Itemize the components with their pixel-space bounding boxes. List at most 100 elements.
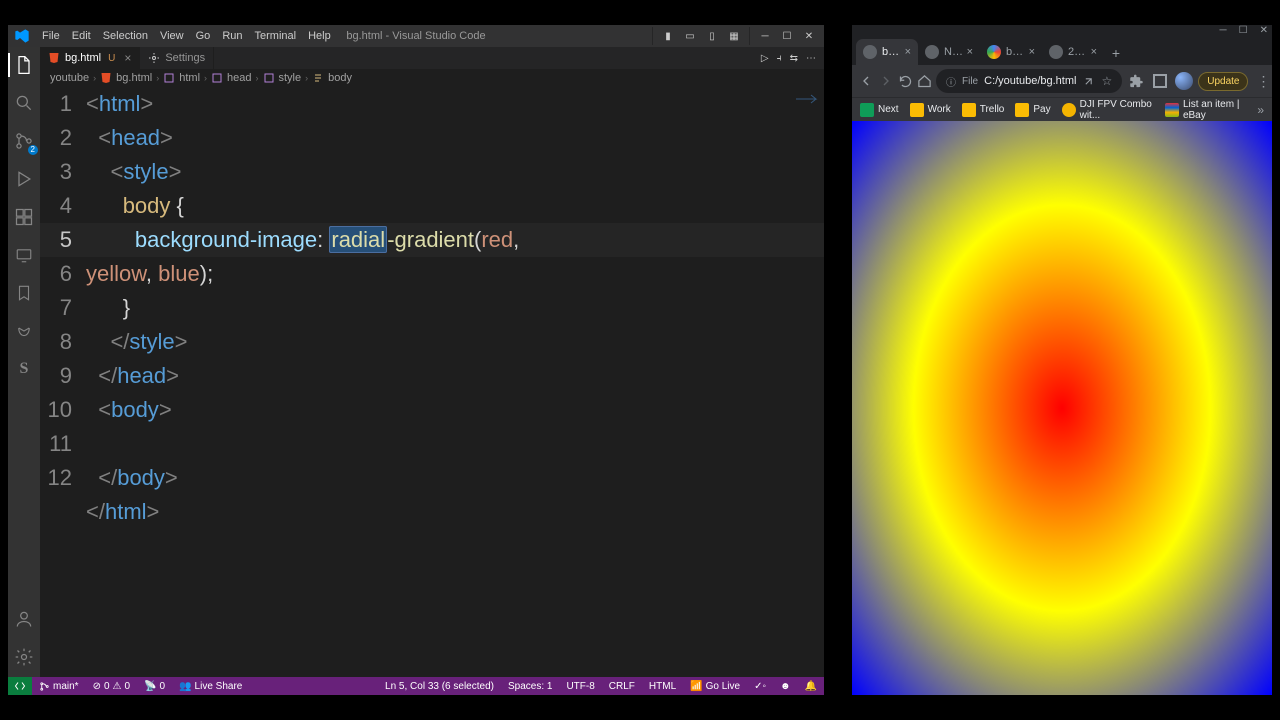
customize-layout-icon[interactable]: ▦ [723, 27, 745, 45]
code-content[interactable]: <html> <head> <style> body { background-… [86, 87, 824, 677]
back-button[interactable] [858, 69, 874, 93]
breadcrumb[interactable]: youtube › bg.html › html › head › style … [40, 69, 824, 87]
close-tab-icon[interactable]: × [967, 46, 973, 58]
tab-bg-html[interactable]: bg.html U × [40, 47, 140, 69]
breadcrumb-item[interactable]: youtube [50, 72, 89, 84]
menu-terminal[interactable]: Terminal [249, 30, 303, 42]
diff-icon[interactable]: ⇆ [790, 53, 798, 64]
menu-run[interactable]: Run [216, 30, 248, 42]
eol[interactable]: CRLF [602, 681, 642, 692]
bookmark-item[interactable]: Work [910, 103, 951, 117]
language-mode[interactable]: HTML [642, 681, 683, 692]
bell-icon[interactable]: 🔔 [798, 681, 824, 692]
toggle-panel-bottom-icon[interactable]: ▭ [679, 27, 701, 45]
menu-file[interactable]: File [36, 30, 66, 42]
prettier-icon[interactable]: ✓◦ [747, 681, 773, 692]
search-icon[interactable] [12, 91, 36, 115]
problems[interactable]: ⊘0 ⚠0 [86, 681, 137, 692]
browser-tab[interactable]: bg.h × [856, 39, 918, 65]
menu-view[interactable]: View [154, 30, 190, 42]
encoding[interactable]: UTF-8 [559, 681, 601, 692]
close-tab-icon[interactable]: × [1029, 46, 1035, 58]
chevron-right-icon: › [204, 73, 207, 83]
breadcrumb-item[interactable]: bg.html [116, 72, 152, 84]
remote-indicator[interactable] [8, 677, 32, 695]
settings-gear-icon[interactable] [12, 645, 36, 669]
live-share[interactable]: 👥Live Share [172, 681, 249, 692]
chrome-menu-icon[interactable]: ⋮ [1252, 73, 1274, 90]
menu-help[interactable]: Help [302, 30, 337, 42]
s-icon[interactable]: S [12, 357, 36, 381]
tab-settings[interactable]: Settings [140, 47, 214, 69]
bookmark-item[interactable]: Pay [1015, 103, 1050, 117]
maximize-button[interactable]: ☐ [1239, 25, 1248, 36]
breadcrumb-item[interactable]: body [328, 72, 352, 84]
cursor-position[interactable]: Ln 5, Col 33 (6 selected) [378, 681, 501, 692]
account-icon[interactable] [12, 607, 36, 631]
chevron-right-icon: › [256, 73, 259, 83]
run-icon[interactable]: ▷ [761, 53, 769, 64]
bookmark-icon[interactable] [12, 281, 36, 305]
menu-go[interactable]: Go [190, 30, 217, 42]
extensions-puzzle-icon[interactable] [1126, 71, 1146, 91]
profile-avatar[interactable] [1174, 71, 1194, 91]
close-button[interactable]: ✕ [1260, 25, 1268, 36]
settings-file-icon [148, 52, 160, 64]
more-icon[interactable]: ⋯ [806, 53, 816, 64]
browser-tab[interactable]: New × [918, 39, 980, 65]
address-bar[interactable]: ⓘ File C:/youtube/bg.html ☆ [936, 69, 1122, 93]
chevron-right-icon: › [156, 73, 159, 83]
minimize-button[interactable]: ─ [1220, 25, 1227, 36]
bookmark-item[interactable]: DJI FPV Combo wit... [1062, 99, 1154, 121]
breadcrumb-item[interactable]: style [279, 72, 302, 84]
toggle-panel-right-icon[interactable]: ▯ [701, 27, 723, 45]
forward-button[interactable] [878, 69, 894, 93]
split-icon[interactable]: ⫞ [777, 53, 782, 64]
window-title: bg.html - Visual Studio Code [346, 30, 485, 42]
toggle-panel-left-icon[interactable]: ▮ [657, 27, 679, 45]
new-tab-button[interactable]: + [1104, 41, 1128, 65]
layout-controls: ▮ ▭ ▯ ▦ [652, 27, 749, 45]
menu-selection[interactable]: Selection [97, 30, 154, 42]
indentation[interactable]: Spaces: 1 [501, 681, 559, 692]
close-tab-icon[interactable]: × [124, 51, 131, 65]
reload-button[interactable] [898, 69, 913, 93]
maximize-button[interactable]: ☐ [776, 27, 798, 45]
code-editor[interactable]: 1 2 3 4 5 6 7 8 9 10 11 12 <html> <head> [40, 87, 824, 677]
bookmark-item[interactable]: Next [860, 103, 899, 117]
scm-badge: 2 [28, 145, 38, 155]
remote-icon[interactable] [12, 243, 36, 267]
extensions-icon[interactable] [12, 205, 36, 229]
source-control-icon[interactable]: 2 [12, 129, 36, 153]
extension-icon[interactable] [1150, 71, 1170, 91]
close-button[interactable]: ✕ [798, 27, 820, 45]
home-button[interactable] [917, 69, 932, 93]
feedback-icon[interactable]: ☻ [773, 681, 798, 692]
minimize-button[interactable]: ─ [754, 27, 776, 45]
menu-edit[interactable]: Edit [66, 30, 97, 42]
bookmark-item[interactable]: Trello [962, 103, 1005, 117]
docker-icon[interactable] [12, 319, 36, 343]
browser-tab[interactable]: back × [980, 39, 1042, 65]
close-tab-icon[interactable]: × [1091, 46, 1097, 58]
breadcrumb-item[interactable]: head [227, 72, 251, 84]
update-button[interactable]: Update [1198, 72, 1248, 91]
bookmarks-bar: Next Work Trello Pay DJI FPV Combo wit..… [852, 97, 1272, 121]
bookmarks-overflow-icon[interactable]: » [1257, 103, 1264, 117]
close-tab-icon[interactable]: × [905, 46, 911, 58]
chrome-window-controls: ─ ☐ ✕ [852, 25, 1272, 35]
explorer-icon[interactable] [12, 53, 36, 77]
breadcrumb-item[interactable]: html [179, 72, 200, 84]
bookmark-item[interactable]: List an item | eBay [1165, 99, 1246, 121]
git-branch[interactable]: main* [32, 681, 86, 692]
symbol-icon [263, 72, 275, 84]
site-info-icon[interactable]: ⓘ [946, 74, 956, 89]
go-live[interactable]: 📶Go Live [683, 681, 747, 692]
share-icon[interactable] [1082, 75, 1095, 88]
browser-tab[interactable]: 2Qu × [1042, 39, 1104, 65]
vscode-window: File Edit Selection View Go Run Terminal… [8, 25, 824, 695]
port[interactable]: 📡0 [137, 681, 172, 692]
editor-area: bg.html U × Settings ▷ ⫞ ⇆ ⋯ [40, 47, 824, 677]
run-debug-icon[interactable] [12, 167, 36, 191]
bookmark-star-icon[interactable]: ☆ [1101, 74, 1112, 88]
